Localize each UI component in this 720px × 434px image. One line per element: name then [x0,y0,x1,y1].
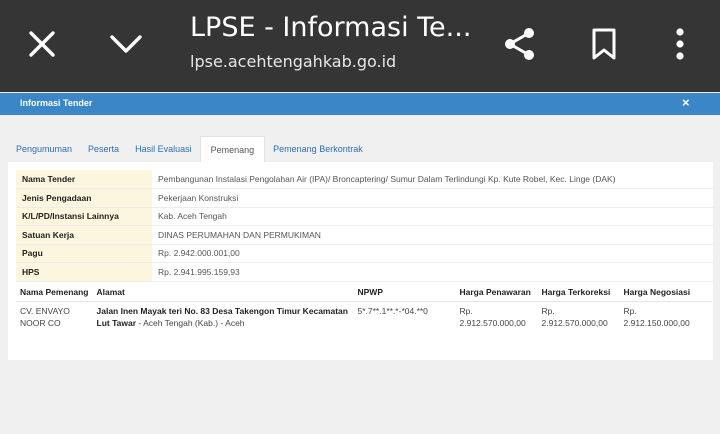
info-value: DINAS PERUMAHAN DAN PERMUKIMAN [152,225,714,245]
winner-npwp: 5*.7**.1**.*-*04.**0 [357,306,428,316]
harga-negosiasi: Rp. 2.912.150.000,00 [620,302,713,334]
panel-title: Informasi Tender [20,98,93,108]
col-header: Harga Negosiasi [619,283,712,302]
tab-pengumuman[interactable]: Pengumuman [8,136,80,162]
info-label: Nama Tender [16,170,152,189]
share-icon[interactable] [500,24,540,64]
col-header: Nama Pemenang [16,283,93,302]
info-label: Jenis Pengadaan [16,188,152,208]
table-row: CV. ENVAYO NOOR CO Jalan Inen Mayak teri… [16,302,712,334]
info-value: Rp. 2.942.000.001,00 [152,244,714,263]
table-row: Pagu Rp. 2.942.000.001,00 [16,244,714,263]
table-row: HPS Rp. 2.941.995.159,93 [16,262,714,282]
bookmark-icon[interactable] [586,24,622,64]
currency: Rp. [541,306,555,316]
address-street: Jalan Inen Mayak teri No. 83 Desa Takeng… [96,306,348,316]
winner-table: Nama Pemenang Alamat NPWP Harga Penawara… [16,283,712,333]
table-row: Jenis Pengadaan Pekerjaan Konstruksi [16,188,714,208]
table-row: Satuan Kerja DINAS PERUMAHAN DAN PERMUKI… [16,225,714,245]
tab-bar: Pengumuman Peserta Hasil Evaluasi Pemena… [8,136,371,162]
harga-penawaran: Rp. 2.912.570.000,00 [456,302,538,334]
page-url: lpse.acehtengahkab.go.id [190,52,397,71]
amount: 2.912.570.000,00 [459,317,526,328]
table-row: Nama Tender Pembangunan Instalasi Pengol… [16,170,714,189]
info-label: Pagu [16,244,152,263]
tab-content: Nama Tender Pembangunan Instalasi Pengol… [8,162,714,360]
table-header-row: Nama Pemenang Alamat NPWP Harga Penawara… [16,283,712,302]
browser-toolbar: LPSE - Informasi Te... lpse.acehtengahka… [0,0,720,92]
chevron-down-icon[interactable] [108,26,144,62]
info-value: Pekerjaan Konstruksi [152,188,714,208]
tender-info-table: Nama Tender Pembangunan Instalasi Pengol… [16,170,714,282]
panel-close-icon[interactable]: × [682,95,690,110]
tab-pemenang[interactable]: Pemenang [199,136,266,162]
table-row: K/L/PD/Instansi Lainnya Kab. Aceh Tengah [16,207,714,226]
tab-peserta[interactable]: Peserta [80,136,127,162]
currency: Rp. [459,306,473,316]
address-district: Lut Tawar [96,317,137,328]
info-label: K/L/PD/Instansi Lainnya [16,207,152,226]
col-header: Harga Terkoreksi [537,283,620,302]
info-label: Satuan Kerja [16,225,152,245]
address-region: - Aceh Tengah (Kab.) - Aceh [136,317,245,328]
panel-header: Informasi Tender × [0,93,720,115]
tab-hasil-evaluasi[interactable]: Hasil Evaluasi [127,136,200,162]
winner-address: Jalan Inen Mayak teri No. 83 Desa Takeng… [93,302,354,334]
harga-terkoreksi: Rp. 2.912.570.000,00 [538,302,620,334]
info-value: Kab. Aceh Tengah [152,207,714,226]
winner-name-line: NOOR CO [20,317,61,328]
amount: 2.912.570.000,00 [541,317,608,328]
amount: 2.912.150.000,00 [623,317,690,328]
info-value: Rp. 2.941.995.159,93 [152,262,714,282]
col-header: NPWP [353,283,456,302]
winner-name-line: CV. ENVAYO [20,306,70,316]
currency: Rp. [623,306,637,316]
close-icon[interactable] [24,26,60,62]
col-header: Harga Penawaran [455,283,538,302]
tab-pemenang-berkontrak[interactable]: Pemenang Berkontrak [265,136,371,162]
info-value: Pembangunan Instalasi Pengolahan Air (IP… [152,170,714,189]
info-label: HPS [16,262,152,282]
more-vert-icon[interactable] [666,24,694,64]
col-header: Alamat [92,283,354,302]
page-title: LPSE - Informasi Te... [190,12,470,43]
winner-name: CV. ENVAYO NOOR CO [16,302,93,334]
